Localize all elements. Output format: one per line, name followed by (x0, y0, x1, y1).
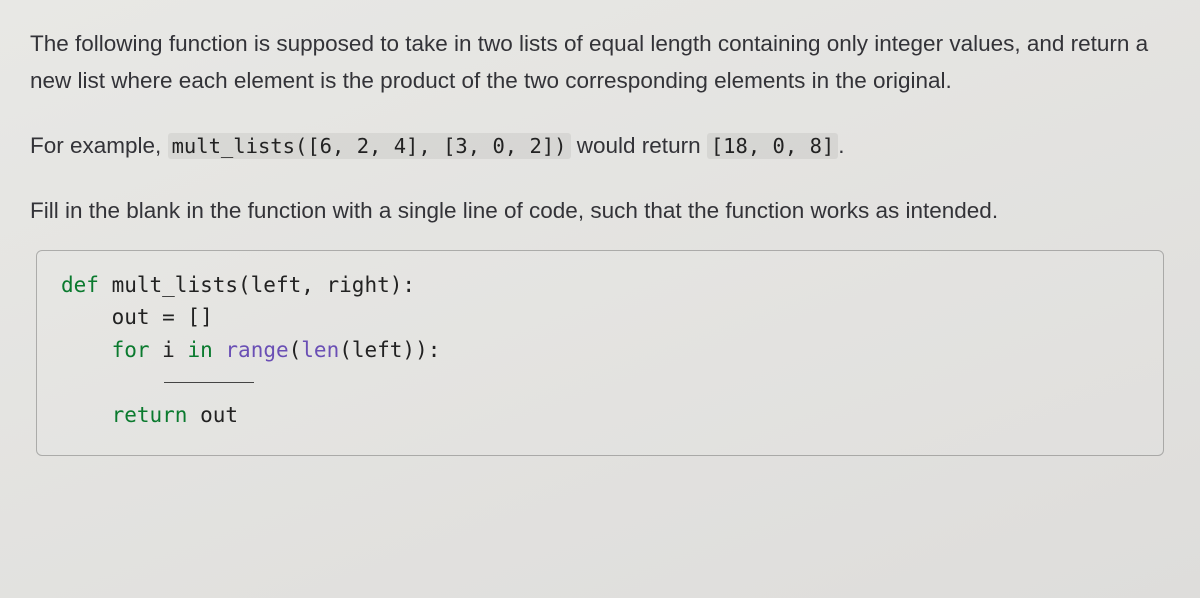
code-l3-rest: (left)): (339, 338, 440, 362)
keyword-for: for (61, 338, 150, 362)
builtin-len: len (301, 338, 339, 362)
code-l5-rest: out (187, 403, 238, 427)
text-p2c: . (838, 133, 844, 158)
code-l1-rest: mult_lists(left, right): (99, 273, 415, 297)
code-l3-space (213, 338, 226, 362)
text-p2b: would return (571, 133, 707, 158)
problem-description-p1: The following function is supposed to ta… (30, 25, 1170, 99)
code-l3-mid: i (150, 338, 188, 362)
keyword-def: def (61, 273, 99, 297)
code-l3-paren1: ( (289, 338, 302, 362)
problem-example-p2: For example, mult_lists([6, 2, 4], [3, 0… (30, 127, 1170, 164)
text-p3: Fill in the blank in the function with a… (30, 198, 998, 223)
keyword-return: return (61, 403, 187, 427)
problem-instruction-p3: Fill in the blank in the function with a… (30, 192, 1170, 229)
code-block: def mult_lists(left, right): out = [] fo… (36, 250, 1164, 457)
fill-in-blank[interactable] (164, 382, 254, 383)
code-l2: out = [] (61, 305, 213, 329)
text-p2a: For example, (30, 133, 168, 158)
keyword-in: in (187, 338, 212, 362)
code-example-call: mult_lists([6, 2, 4], [3, 0, 2]) (168, 133, 571, 159)
builtin-range: range (225, 338, 288, 362)
text-p1: The following function is supposed to ta… (30, 31, 1148, 93)
code-example-result: [18, 0, 8] (707, 133, 838, 159)
